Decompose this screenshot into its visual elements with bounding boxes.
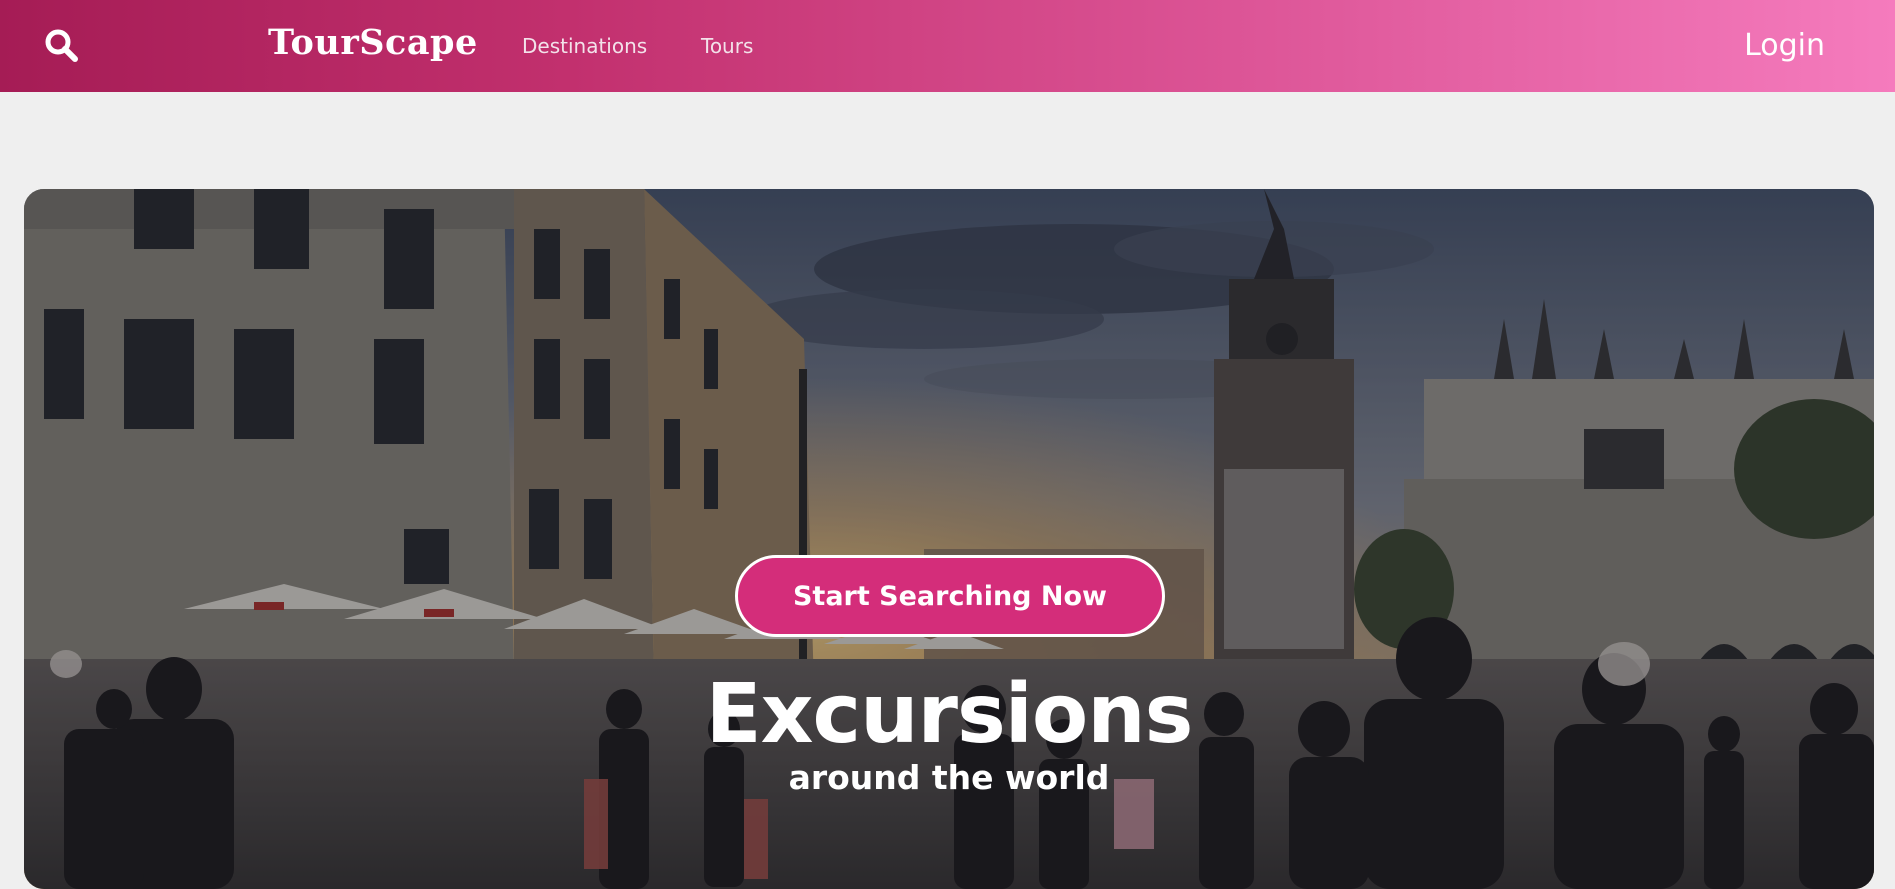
hero-subtitle: around the world bbox=[788, 758, 1110, 797]
nav-link-destinations[interactable]: Destinations bbox=[522, 34, 647, 58]
start-searching-button[interactable]: Start Searching Now bbox=[735, 555, 1165, 637]
nav-link-tours[interactable]: Tours bbox=[701, 34, 753, 58]
top-navbar: TourScape Destinations Tours Login bbox=[0, 0, 1895, 92]
brand-logo[interactable]: TourScape bbox=[268, 22, 478, 63]
search-icon[interactable] bbox=[42, 26, 82, 66]
hero-title: Excursions bbox=[705, 667, 1194, 762]
hero-banner: Start Searching Now Excursions around th… bbox=[24, 189, 1874, 889]
login-button[interactable]: Login bbox=[1744, 28, 1825, 63]
